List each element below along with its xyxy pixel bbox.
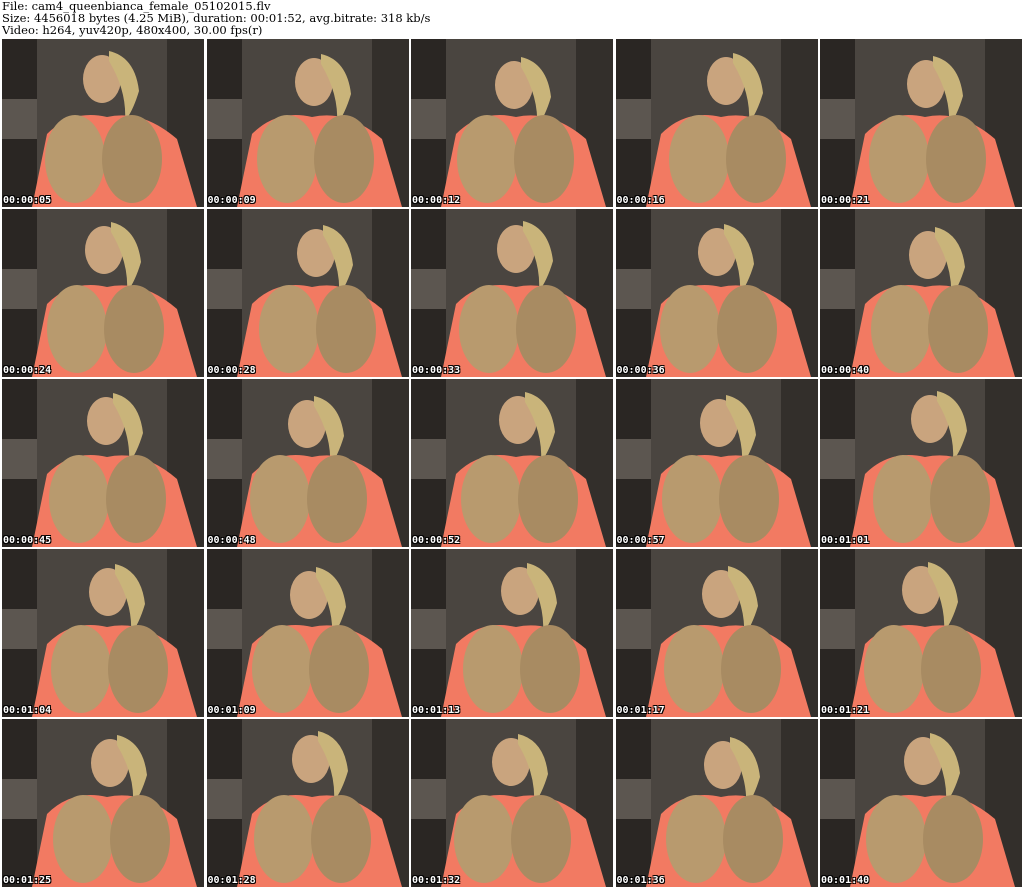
thumbnail-timestamp: 00:00:21 bbox=[821, 195, 870, 206]
video-thumbnail: 00:01:21 bbox=[820, 549, 1022, 717]
frame-image bbox=[615, 209, 818, 377]
video-thumbnail: 00:00:16 bbox=[615, 39, 818, 207]
thumbnail-timestamp: 00:00:24 bbox=[3, 365, 52, 376]
video-thumbnail: 00:01:04 bbox=[2, 549, 204, 717]
video-thumbnail: 00:00:36 bbox=[615, 209, 818, 377]
thumbnail-timestamp: 00:01:01 bbox=[821, 535, 870, 546]
video-thumbnail: 00:00:09 bbox=[206, 39, 409, 207]
video-thumbnail: 00:01:09 bbox=[206, 549, 409, 717]
frame-image bbox=[206, 719, 409, 887]
video-thumbnail: 00:00:21 bbox=[820, 39, 1022, 207]
video-thumbnail: 00:01:32 bbox=[411, 719, 613, 887]
thumbnail-timestamp: 00:00:05 bbox=[3, 195, 52, 206]
thumbnail-timestamp: 00:00:09 bbox=[207, 195, 256, 206]
frame-image bbox=[615, 719, 818, 887]
thumbnail-timestamp: 00:01:21 bbox=[821, 705, 870, 716]
thumbnail-timestamp: 00:00:12 bbox=[412, 195, 461, 206]
thumbnail-timestamp: 00:00:52 bbox=[412, 535, 461, 546]
video-thumbnail: 00:00:12 bbox=[411, 39, 613, 207]
frame-image bbox=[206, 39, 409, 207]
video-thumbnail: 00:00:52 bbox=[411, 379, 613, 547]
frame-image bbox=[820, 379, 1022, 547]
thumbnail-timestamp: 00:01:36 bbox=[616, 875, 665, 886]
thumbnail-timestamp: 00:00:16 bbox=[616, 195, 665, 206]
video-thumbnail: 00:00:40 bbox=[820, 209, 1022, 377]
thumbnail-timestamp: 00:00:57 bbox=[616, 535, 665, 546]
frame-image bbox=[411, 379, 613, 547]
thumbnail-timestamp: 00:00:48 bbox=[207, 535, 256, 546]
video-thumbnail: 00:01:25 bbox=[2, 719, 204, 887]
video-info-line: Video: h264, yuv420p, 480x400, 30.00 fps… bbox=[2, 23, 263, 37]
frame-image bbox=[820, 209, 1022, 377]
frame-image bbox=[411, 39, 613, 207]
frame-image bbox=[206, 379, 409, 547]
video-thumbnail: 00:01:36 bbox=[615, 719, 818, 887]
file-info-header: File: cam4_queenbianca_female_05102015.f… bbox=[2, 0, 430, 36]
frame-image bbox=[206, 209, 409, 377]
video-thumbnail: 00:00:05 bbox=[2, 39, 204, 207]
thumbnail-timestamp: 00:00:28 bbox=[207, 365, 256, 376]
thumbnail-timestamp: 00:00:40 bbox=[821, 365, 870, 376]
thumbnail-timestamp: 00:01:13 bbox=[412, 705, 461, 716]
video-thumbnail: 00:00:28 bbox=[206, 209, 409, 377]
thumbnail-timestamp: 00:00:45 bbox=[3, 535, 52, 546]
thumbnail-timestamp: 00:00:33 bbox=[412, 365, 461, 376]
thumbnail-timestamp: 00:01:04 bbox=[3, 705, 52, 716]
frame-image bbox=[820, 549, 1022, 717]
frame-image bbox=[2, 719, 204, 887]
thumbnail-timestamp: 00:01:40 bbox=[821, 875, 870, 886]
video-thumbnail: 00:00:33 bbox=[411, 209, 613, 377]
frame-image bbox=[2, 209, 204, 377]
frame-image bbox=[615, 549, 818, 717]
thumbnail-timestamp: 00:01:25 bbox=[3, 875, 52, 886]
thumbnail-timestamp: 00:01:28 bbox=[207, 875, 256, 886]
thumbnail-timestamp: 00:01:17 bbox=[616, 705, 665, 716]
video-thumbnail: 00:01:28 bbox=[206, 719, 409, 887]
video-thumbnail: 00:01:17 bbox=[615, 549, 818, 717]
frame-image bbox=[820, 719, 1022, 887]
frame-image bbox=[820, 39, 1022, 207]
video-thumbnail: 00:00:24 bbox=[2, 209, 204, 377]
thumbnail-timestamp: 00:01:09 bbox=[207, 705, 256, 716]
frame-image bbox=[2, 379, 204, 547]
frame-image bbox=[615, 379, 818, 547]
frame-image bbox=[2, 39, 204, 207]
video-thumbnail: 00:01:13 bbox=[411, 549, 613, 717]
frame-image bbox=[206, 549, 409, 717]
thumbnail-grid: 00:00:05 00:00:09 00:00:12 00:00:16 00:00:21… bbox=[2, 39, 1022, 889]
video-thumbnail: 00:00:48 bbox=[206, 379, 409, 547]
frame-image bbox=[411, 719, 613, 887]
video-thumbnail: 00:00:57 bbox=[615, 379, 818, 547]
video-thumbnail: 00:01:40 bbox=[820, 719, 1022, 887]
video-thumbnail: 00:01:01 bbox=[820, 379, 1022, 547]
thumbnail-timestamp: 00:00:36 bbox=[616, 365, 665, 376]
thumbnail-timestamp: 00:01:32 bbox=[412, 875, 461, 886]
video-thumbnail: 00:00:45 bbox=[2, 379, 204, 547]
frame-image bbox=[615, 39, 818, 207]
frame-image bbox=[2, 549, 204, 717]
frame-image bbox=[411, 209, 613, 377]
frame-image bbox=[411, 549, 613, 717]
